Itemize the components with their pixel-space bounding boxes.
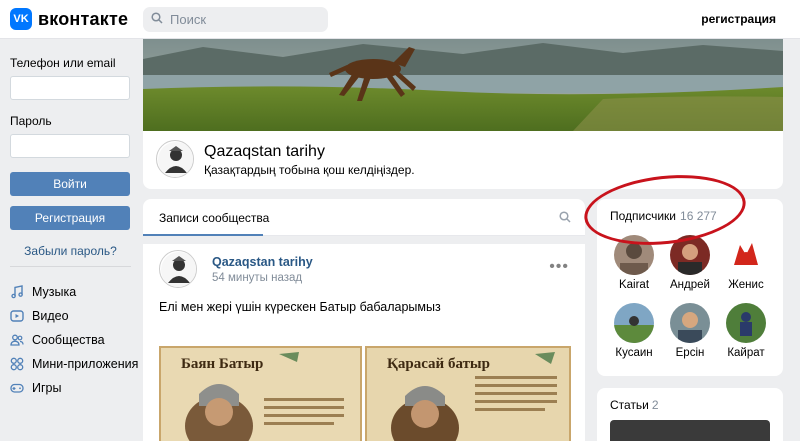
music-icon [10, 285, 24, 299]
community-name: Qazaqstan tarihy [204, 143, 325, 160]
forgot-password-link[interactable]: Забыли пароль? [10, 244, 131, 258]
subscriber-item[interactable]: Женис [718, 235, 774, 291]
phone-field[interactable] [10, 76, 130, 100]
search-input[interactable] [170, 12, 320, 27]
sidebar-item-communities[interactable]: Сообщества [10, 328, 138, 352]
password-label: Пароль [10, 114, 52, 128]
subscriber-name: Женис [728, 279, 764, 291]
subscriber-name: Kairat [618, 279, 650, 291]
search-box[interactable] [143, 7, 328, 32]
subscriber-item[interactable]: Андрей [662, 235, 718, 291]
sidebar-item-label: Видео [32, 309, 69, 323]
subscriber-name: Кайрат [727, 347, 765, 359]
article-preview-image[interactable] [610, 420, 770, 441]
subscribers-title: Подписчики [610, 209, 677, 223]
sidebar-item-label: Мини-приложения [32, 357, 139, 371]
image-title: Қарасай батыр [387, 356, 490, 372]
post-image[interactable]: Қарасай батыр [365, 346, 571, 441]
post-image[interactable]: Баян Батыр [159, 346, 362, 441]
subscribers-count: 16 277 [680, 209, 717, 223]
subscriber-name: Кусаин [615, 347, 653, 359]
subscriber-name: Ерсін [675, 347, 705, 359]
avatar [670, 235, 710, 275]
logo-text: вконтакте [38, 8, 129, 29]
games-icon [10, 381, 24, 395]
more-options-icon[interactable]: ••• [549, 258, 569, 276]
sidebar-item-label: Сообщества [32, 333, 105, 347]
vk-logo[interactable]: VK вконтакте [10, 8, 128, 30]
sidebar-item-music[interactable]: Музыка [10, 280, 138, 304]
post-text: Елі мен жері үшін күрескен Батыр бабалар… [159, 300, 441, 314]
articles-count: 2 [651, 398, 659, 412]
subscriber-name: Андрей [670, 279, 710, 291]
subscribers-card: Подписчики 16 277 Kairat Андрей Женис Кус… [597, 199, 783, 376]
subscriber-item[interactable]: Ерсін [662, 303, 718, 359]
post-time[interactable]: 54 минуты назад [212, 272, 302, 284]
sidebar-menu: Музыка Видео Сообщества Мини-приложения … [10, 280, 138, 400]
avatar [614, 235, 654, 275]
register-link[interactable]: регистрация [701, 12, 776, 26]
community-avatar[interactable] [156, 140, 194, 178]
subscriber-item[interactable]: Кайрат [718, 303, 774, 359]
post-author[interactable]: Qazaqstan tarihy [212, 255, 313, 269]
sidebar-item-apps[interactable]: Мини-приложения [10, 352, 138, 376]
subscriber-item[interactable]: Кусаин [606, 303, 662, 359]
community-cover-image [143, 39, 783, 131]
articles-header[interactable]: Статьи 2 [610, 398, 659, 412]
tab-community-posts[interactable]: Записи сообщества [159, 211, 269, 225]
avatar [726, 235, 766, 275]
wall-post: Qazaqstan tarihy 54 минуты назад ••• Елі… [143, 236, 585, 441]
video-icon [10, 309, 24, 323]
sidebar-item-label: Игры [32, 381, 62, 395]
community-header-card: Qazaqstan tarihy Қазақтардың тобына қош … [143, 131, 783, 189]
search-icon [151, 12, 163, 27]
vk-logo-icon: VK [10, 8, 32, 30]
top-header: VK вконтакте регистрация [0, 0, 800, 39]
password-field[interactable] [10, 134, 130, 158]
sidebar-item-label: Музыка [32, 285, 77, 299]
image-title: Баян Батыр [181, 356, 264, 372]
login-button[interactable]: Войти [10, 172, 130, 196]
community-status: Қазақтардың тобына қош келдіңіздер. [204, 163, 415, 177]
post-author-avatar[interactable] [159, 250, 197, 288]
register-button[interactable]: Регистрация [10, 206, 130, 230]
avatar [614, 303, 654, 343]
subscriber-item[interactable]: Kairat [606, 235, 662, 291]
subscribers-header[interactable]: Подписчики 16 277 [610, 209, 717, 223]
communities-icon [10, 333, 24, 347]
wall-tabs: Записи сообщества [143, 199, 585, 236]
search-icon[interactable] [559, 211, 571, 226]
articles-card: Статьи 2 [597, 388, 783, 441]
phone-label: Телефон или email [10, 56, 116, 70]
apps-icon [10, 357, 24, 371]
avatar [726, 303, 766, 343]
sidebar-item-games[interactable]: Игры [10, 376, 138, 400]
login-form: Телефон или email Пароль Войти Регистрац… [10, 56, 131, 258]
sidebar-item-video[interactable]: Видео [10, 304, 138, 328]
articles-title: Статьи [610, 398, 649, 412]
avatar [670, 303, 710, 343]
sidebar-divider [10, 266, 131, 267]
